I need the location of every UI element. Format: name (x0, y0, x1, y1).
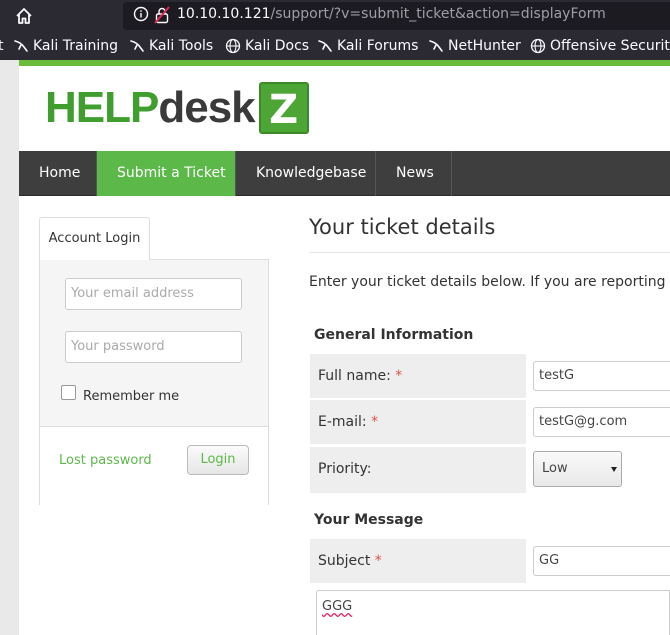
bookmark-label: Kali Tools (149, 38, 214, 54)
helpdeskz-logo[interactable]: HelpDesk Z (45, 81, 309, 135)
left-gutter (0, 60, 19, 635)
nav-knowledgebase[interactable]: Knowledgebase (236, 151, 376, 196)
email-field[interactable]: testG@g.com (533, 407, 670, 437)
nav-submit-ticket[interactable]: Submit a Ticket (97, 151, 236, 196)
bookmark-kali-forums[interactable]: Kali Forums (317, 37, 418, 55)
message-textarea[interactable]: GGG (316, 590, 670, 635)
login-button[interactable]: Login (187, 445, 249, 475)
bookmark-label: NetHunter (448, 38, 521, 54)
email-input[interactable]: Your email address (65, 278, 242, 310)
nav-home[interactable]: Home (19, 151, 97, 196)
your-message-heading: Your Message (314, 512, 424, 528)
remember-me-label: Remember me (83, 389, 180, 404)
bookmarks-bar: t Kali Training Kali Tools Kali Docs Kal… (0, 32, 670, 60)
page-title: Your ticket details (309, 215, 496, 239)
bookmark-label: Kali Training (33, 38, 118, 54)
general-info-heading: General Information (314, 327, 474, 343)
bookmark-label: Kali Docs (245, 38, 310, 54)
kali-dragon-icon (130, 40, 144, 52)
main-nav: Home Submit a Ticket Knowledgebase News (19, 151, 670, 196)
logo-desk: Desk (158, 83, 255, 132)
url-path: /support/?v=submit_ticket&action=display… (270, 6, 606, 22)
fullname-cell: testG (526, 354, 670, 398)
logo-help: Help (45, 83, 159, 132)
required-mark: * (395, 368, 403, 384)
info-icon[interactable] (133, 6, 149, 22)
bookmark-overflow[interactable]: t (0, 37, 4, 55)
intro-text: Enter your ticket details below. If you … (309, 274, 670, 290)
label-text: Full name: (318, 368, 391, 384)
insecure-lock-icon[interactable] (154, 6, 170, 24)
dropdown-arrow-icon (611, 467, 617, 472)
priority-value: Low (542, 461, 568, 476)
browser-toolbar: 10.10.10.121/support/?v=submit_ticket&ac… (0, 0, 670, 32)
priority-label: Priority: (310, 447, 526, 493)
subject-input[interactable]: GG (533, 546, 670, 576)
bookmark-label: Kali Forums (337, 38, 419, 54)
label-text: E-mail: (318, 414, 367, 430)
top-accent-bar (19, 60, 670, 66)
globe-icon (225, 38, 241, 54)
kali-dragon-icon (429, 40, 443, 52)
lost-password-link[interactable]: Lost password (59, 453, 152, 468)
url-host: 10.10.10.121 (177, 6, 271, 22)
bookmark-nethunter[interactable]: NetHunter (428, 37, 521, 55)
nav-news[interactable]: News (376, 151, 452, 196)
page-content: HelpDesk Z Home Submit a Ticket Knowledg… (0, 60, 670, 635)
bookmark-label: Offensive Security (550, 38, 670, 54)
password-input[interactable]: Your password (65, 331, 242, 363)
url-text[interactable]: 10.10.10.121/support/?v=submit_ticket&ac… (177, 6, 606, 22)
fullname-input[interactable]: testG (533, 361, 670, 391)
label-text: Priority: (318, 461, 372, 477)
fullname-label: Full name: * (310, 354, 526, 398)
logo-z-badge: Z (258, 82, 309, 134)
kali-dragon-icon (14, 40, 28, 52)
email-cell: testG@g.com (526, 400, 670, 444)
label-text: Subject (318, 553, 371, 569)
bookmark-kali-docs[interactable]: Kali Docs (225, 37, 309, 55)
divider (309, 252, 670, 253)
home-icon[interactable] (14, 6, 34, 26)
globe-icon (530, 38, 546, 54)
kali-dragon-icon (318, 40, 332, 52)
required-mark: * (371, 414, 379, 430)
logo-wordmark: HelpDesk (45, 81, 256, 135)
bookmark-kali-tools[interactable]: Kali Tools (129, 37, 213, 55)
email-label: E-mail: * (310, 400, 526, 444)
bookmark-kali-training[interactable]: Kali Training (13, 37, 118, 55)
login-panel: Your email address Your password Remembe… (39, 259, 269, 505)
required-mark: * (374, 553, 382, 569)
subject-label: Subject * (310, 539, 526, 583)
subject-cell: GG (526, 539, 670, 583)
login-footer: Lost password Login (40, 427, 268, 505)
tab-account-login[interactable]: Account Login (39, 217, 150, 260)
remember-me-checkbox[interactable] (61, 385, 76, 400)
bookmark-offensive-security[interactable]: Offensive Security (530, 37, 670, 55)
message-text: GGG (322, 599, 353, 614)
priority-select[interactable]: Low (533, 451, 622, 487)
